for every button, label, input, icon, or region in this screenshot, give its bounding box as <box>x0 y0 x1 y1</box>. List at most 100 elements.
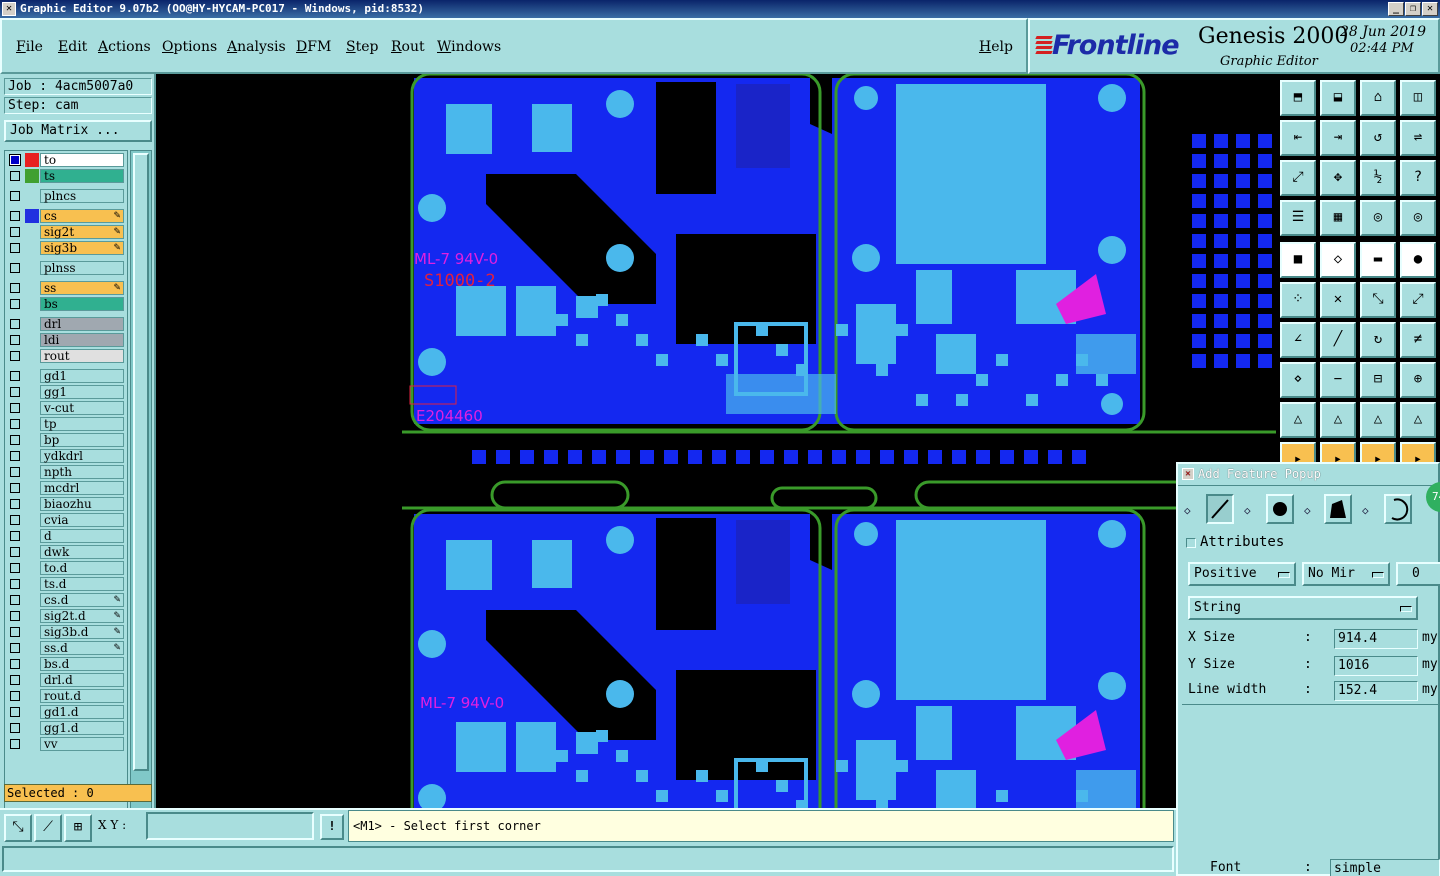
info-button[interactable]: ! <box>320 814 344 840</box>
line-icon[interactable]: ╱ <box>1320 322 1356 358</box>
layer-name[interactable]: mcdrl <box>40 481 124 495</box>
layer-visibility-checkbox[interactable] <box>10 155 20 165</box>
close-button[interactable]: ✕ <box>1422 2 1438 16</box>
layer-visibility-checkbox[interactable] <box>10 643 20 653</box>
layer-color-swatch[interactable] <box>25 449 39 463</box>
layer-name[interactable]: bs <box>40 297 124 311</box>
triangle-fill-icon[interactable]: △ <box>1360 402 1396 438</box>
menu-file[interactable]: File <box>16 39 43 55</box>
snap-icon[interactable]: ⟋ <box>34 814 62 842</box>
layer-visibility-checkbox[interactable] <box>10 499 20 509</box>
shape-icon[interactable]: ◇ <box>1320 242 1356 278</box>
layer-row-ydkdrl[interactable]: ydkdrl <box>7 449 125 463</box>
layer-color-swatch[interactable] <box>25 465 39 479</box>
home-icon[interactable]: ⌂ <box>1360 80 1396 116</box>
layer-name[interactable]: bs.d <box>40 657 124 671</box>
layer-name[interactable]: ydkdrl <box>40 449 124 463</box>
layer-color-swatch[interactable] <box>25 297 39 311</box>
layer-name[interactable]: gd1.d <box>40 705 124 719</box>
cross-icon[interactable]: ✕ <box>1320 282 1356 318</box>
diamond-icon[interactable]: ◇ <box>1304 504 1311 517</box>
layer-row-cvia[interactable]: cvia <box>7 513 125 527</box>
layer-color-swatch[interactable] <box>25 513 39 527</box>
layer-visibility-checkbox[interactable] <box>10 579 20 589</box>
layer-color-swatch[interactable] <box>25 577 39 591</box>
menu-options[interactable]: Options <box>162 39 217 55</box>
undo-icon[interactable]: ↺ <box>1360 120 1396 156</box>
layer-visibility-checkbox[interactable] <box>10 483 20 493</box>
layer-color-swatch[interactable] <box>25 561 39 575</box>
layer-color-swatch[interactable] <box>25 593 39 607</box>
layer-name[interactable]: cs.d <box>40 593 124 607</box>
layer-row-rout[interactable]: rout <box>7 349 125 363</box>
layer-row-gg1-d[interactable]: gg1.d <box>7 721 125 735</box>
pad-shape-button[interactable] <box>1266 494 1294 524</box>
align-icon[interactable]: ≠ <box>1400 322 1436 358</box>
record-icon[interactable]: ● <box>1400 242 1436 278</box>
layer-name[interactable]: ldi <box>40 333 124 347</box>
layer-color-swatch[interactable] <box>25 609 39 623</box>
save-icon[interactable]: ⬓ <box>1320 80 1356 116</box>
swap-icon[interactable]: ⇌ <box>1400 120 1436 156</box>
layer-name[interactable]: ts.d <box>40 577 124 591</box>
xy-input[interactable] <box>146 812 314 840</box>
layer-name[interactable]: biaozhu <box>40 497 124 511</box>
layer-color-swatch[interactable] <box>25 225 39 239</box>
layer-color-swatch[interactable] <box>25 281 39 295</box>
menu-windows[interactable]: Windows <box>437 39 501 55</box>
layer-row-ss-d[interactable]: ss.d <box>7 641 125 655</box>
minimize-button[interactable]: _ <box>1388 2 1404 16</box>
diamond-icon[interactable]: ◇ <box>1244 504 1251 517</box>
angle-select[interactable]: 0 <box>1396 562 1440 586</box>
layer-visibility-checkbox[interactable] <box>10 243 20 253</box>
layer-name[interactable]: cs <box>40 209 124 223</box>
layer-name[interactable]: rout.d <box>40 689 124 703</box>
ruler-icon[interactable]: ▬ <box>1360 242 1396 278</box>
layer-visibility-checkbox[interactable] <box>10 171 20 181</box>
layer-row-sig3b-d[interactable]: sig3b.d <box>7 625 125 639</box>
menu-rout[interactable]: Rout <box>391 39 425 55</box>
layer-color-swatch[interactable] <box>25 433 39 447</box>
layer-name[interactable]: to.d <box>40 561 124 575</box>
camera-icon[interactable]: ■ <box>1280 242 1316 278</box>
menu-analysis[interactable]: Analysis <box>227 39 286 55</box>
open-icon[interactable]: ⬒ <box>1280 80 1316 116</box>
layer-row-mcdrl[interactable]: mcdrl <box>7 481 125 495</box>
rotate-icon[interactable]: ⤢ <box>1400 282 1436 318</box>
pad-icon[interactable]: ⋄ <box>1280 362 1316 398</box>
layer-visibility-checkbox[interactable] <box>10 611 20 621</box>
layer-visibility-checkbox[interactable] <box>10 371 20 381</box>
layer-color-swatch[interactable] <box>25 497 39 511</box>
layer-name[interactable]: ts <box>40 169 124 183</box>
layer-row-tp[interactable]: tp <box>7 417 125 431</box>
layer-color-swatch[interactable] <box>25 641 39 655</box>
pcb-view[interactable]: ML-7 94V-0 S1000-2 E204460 ML-7 94V-0 <box>156 74 1276 808</box>
layer-name[interactable]: plncs <box>40 189 124 203</box>
feature-type-select[interactable]: String <box>1188 596 1418 620</box>
node-icon[interactable]: ⁘ <box>1280 282 1316 318</box>
next-icon[interactable]: ⇥ <box>1320 120 1356 156</box>
layer-color-swatch[interactable] <box>25 657 39 671</box>
layer-name[interactable]: to <box>40 153 124 167</box>
snap-icon[interactable]: ◎ <box>1360 200 1396 236</box>
layer-row-npth[interactable]: npth <box>7 465 125 479</box>
menu-help[interactable]: Help <box>979 39 1013 55</box>
mirror-select[interactable]: No Mir <box>1302 562 1390 586</box>
layer-name[interactable]: rout <box>40 349 124 363</box>
window-icon[interactable]: ◫ <box>1400 80 1436 116</box>
layer-visibility-checkbox[interactable] <box>10 563 20 573</box>
layer-row-biaozhu[interactable]: biaozhu <box>7 497 125 511</box>
layer-row-ts-d[interactable]: ts.d <box>7 577 125 591</box>
help-icon[interactable]: ? <box>1400 160 1436 196</box>
popup-close-icon[interactable]: ✕ <box>1182 468 1194 480</box>
layer-visibility-checkbox[interactable] <box>10 335 20 345</box>
layer-visibility-checkbox[interactable] <box>10 595 20 605</box>
layer-visibility-checkbox[interactable] <box>10 191 20 201</box>
graphic-canvas[interactable]: ML-7 94V-0 S1000-2 E204460 ML-7 94V-0 <box>156 74 1276 808</box>
layer-name[interactable]: gd1 <box>40 369 124 383</box>
layers-icon[interactable]: ☰ <box>1280 200 1316 236</box>
layer-name[interactable]: d <box>40 529 124 543</box>
layer-row-gd1-d[interactable]: gd1.d <box>7 705 125 719</box>
layer-visibility-checkbox[interactable] <box>10 403 20 413</box>
layer-row-plnss[interactable]: plnss <box>7 261 125 275</box>
